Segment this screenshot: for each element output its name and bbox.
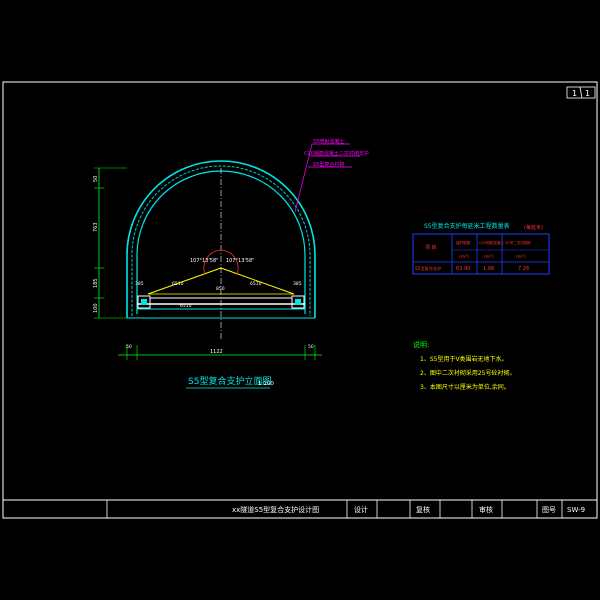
radius-right (220, 267, 295, 295)
drawing-canvas: 1 1 107°13'58" 107°13'58" 850 6510 6510 … (2, 81, 598, 519)
drawing-scale: 1:100 (258, 381, 274, 387)
sheet-page: 1 (572, 89, 577, 98)
table-row-v2: 1.98 (483, 266, 494, 272)
title-block-design: 设计 (354, 505, 368, 514)
table-unit-1: (m³) (459, 254, 469, 260)
tunnel-section: 107°13'58" 107°13'58" 850 6510 6510 6510… (126, 160, 316, 340)
angle-right-label: 107°13'58" (226, 258, 254, 264)
chord-left-label: 6510 (172, 281, 184, 287)
table-row-v1: 63.90 (456, 266, 470, 272)
quantity-table: S5型复合支护每延米工程数量表 (每延米) 项 目 锚杆钢筋 C20喷射混凝土 … (412, 222, 550, 275)
table-header-1: 锚杆钢筋 (456, 240, 471, 245)
layer-label-1: S5喷射混凝土 (313, 138, 344, 145)
table-row-v3: 7.26 (518, 266, 529, 272)
dim-h-top: 50 (93, 176, 99, 182)
sheet-total: 1 (585, 89, 590, 98)
vertical-dimensions: 50 763 185 100 (93, 167, 127, 319)
table-unit-note: (每延米) (524, 224, 543, 231)
dim-h-lower: 185 (93, 278, 99, 288)
base-left-label: 6510 (180, 303, 192, 309)
dim-h-bottom: 100 (93, 303, 99, 313)
title-block-approve: 审核 (479, 505, 493, 514)
radius-left (147, 267, 222, 295)
notes-heading: 说明: (413, 340, 429, 349)
title-block-review: 复核 (416, 505, 430, 514)
table-header-3: 25号二次衬砌砼 (505, 240, 532, 245)
title-block: xx隧道S5型复合支护设计图 设计 复核 审核 图号 SW-9 (3, 499, 597, 518)
layer-labels: S5喷射混凝土 C20钢筋混凝土二次衬砌支护 S5型复合衬砌 (294, 138, 369, 213)
notes: 说明: 1、S5型用于Ⅴ类围岩无地下水。 2、图中二次衬砌采用25号砼衬砌。 3… (413, 340, 515, 391)
table-unit-2: (m³) (484, 254, 494, 260)
table-row-item: S5型复合支护 (415, 265, 441, 272)
left-drain (141, 299, 147, 305)
table-header-item: 项 目 (425, 245, 437, 251)
table-header-2: C20喷射混凝土 (479, 240, 504, 245)
dim-width-right: 50 (308, 344, 314, 350)
angle-left-label: 107°13'58" (190, 258, 218, 264)
right-drain (295, 299, 301, 305)
layer-label-2: C20钢筋混凝土二次衬砌支护 (304, 150, 369, 157)
note-2: 2、图中二次衬砌采用25号砼衬砌。 (420, 369, 515, 377)
side-left-label: 385 (135, 281, 144, 287)
dim-h-main: 763 (93, 222, 99, 232)
sheet-number-box: 1 1 (566, 86, 596, 99)
dim-width-total: 1122 (210, 349, 223, 355)
chord-right-label: 6510 (250, 281, 262, 287)
layer-label-3: S5型复合衬砌 (313, 161, 344, 168)
table-title: S5型复合支护每延米工程数量表 (424, 222, 510, 230)
horizontal-dimensions: 1122 50 50 (118, 344, 322, 360)
title-block-name: xx隧道S5型复合支护设计图 (232, 505, 319, 514)
note-1: 1、S5型用于Ⅴ类围岩无地下水。 (420, 355, 508, 363)
dim-width-left: 50 (126, 344, 132, 350)
title-block-no-label: 图号 (542, 506, 556, 514)
side-right-label: 385 (293, 281, 302, 287)
title-block-no: SW-9 (567, 506, 585, 514)
center-mark-label: 850 (216, 286, 225, 292)
table-unit-3: (m³) (516, 254, 526, 260)
note-3: 3、本图尺寸以厘米为单位,余同。 (420, 383, 510, 391)
